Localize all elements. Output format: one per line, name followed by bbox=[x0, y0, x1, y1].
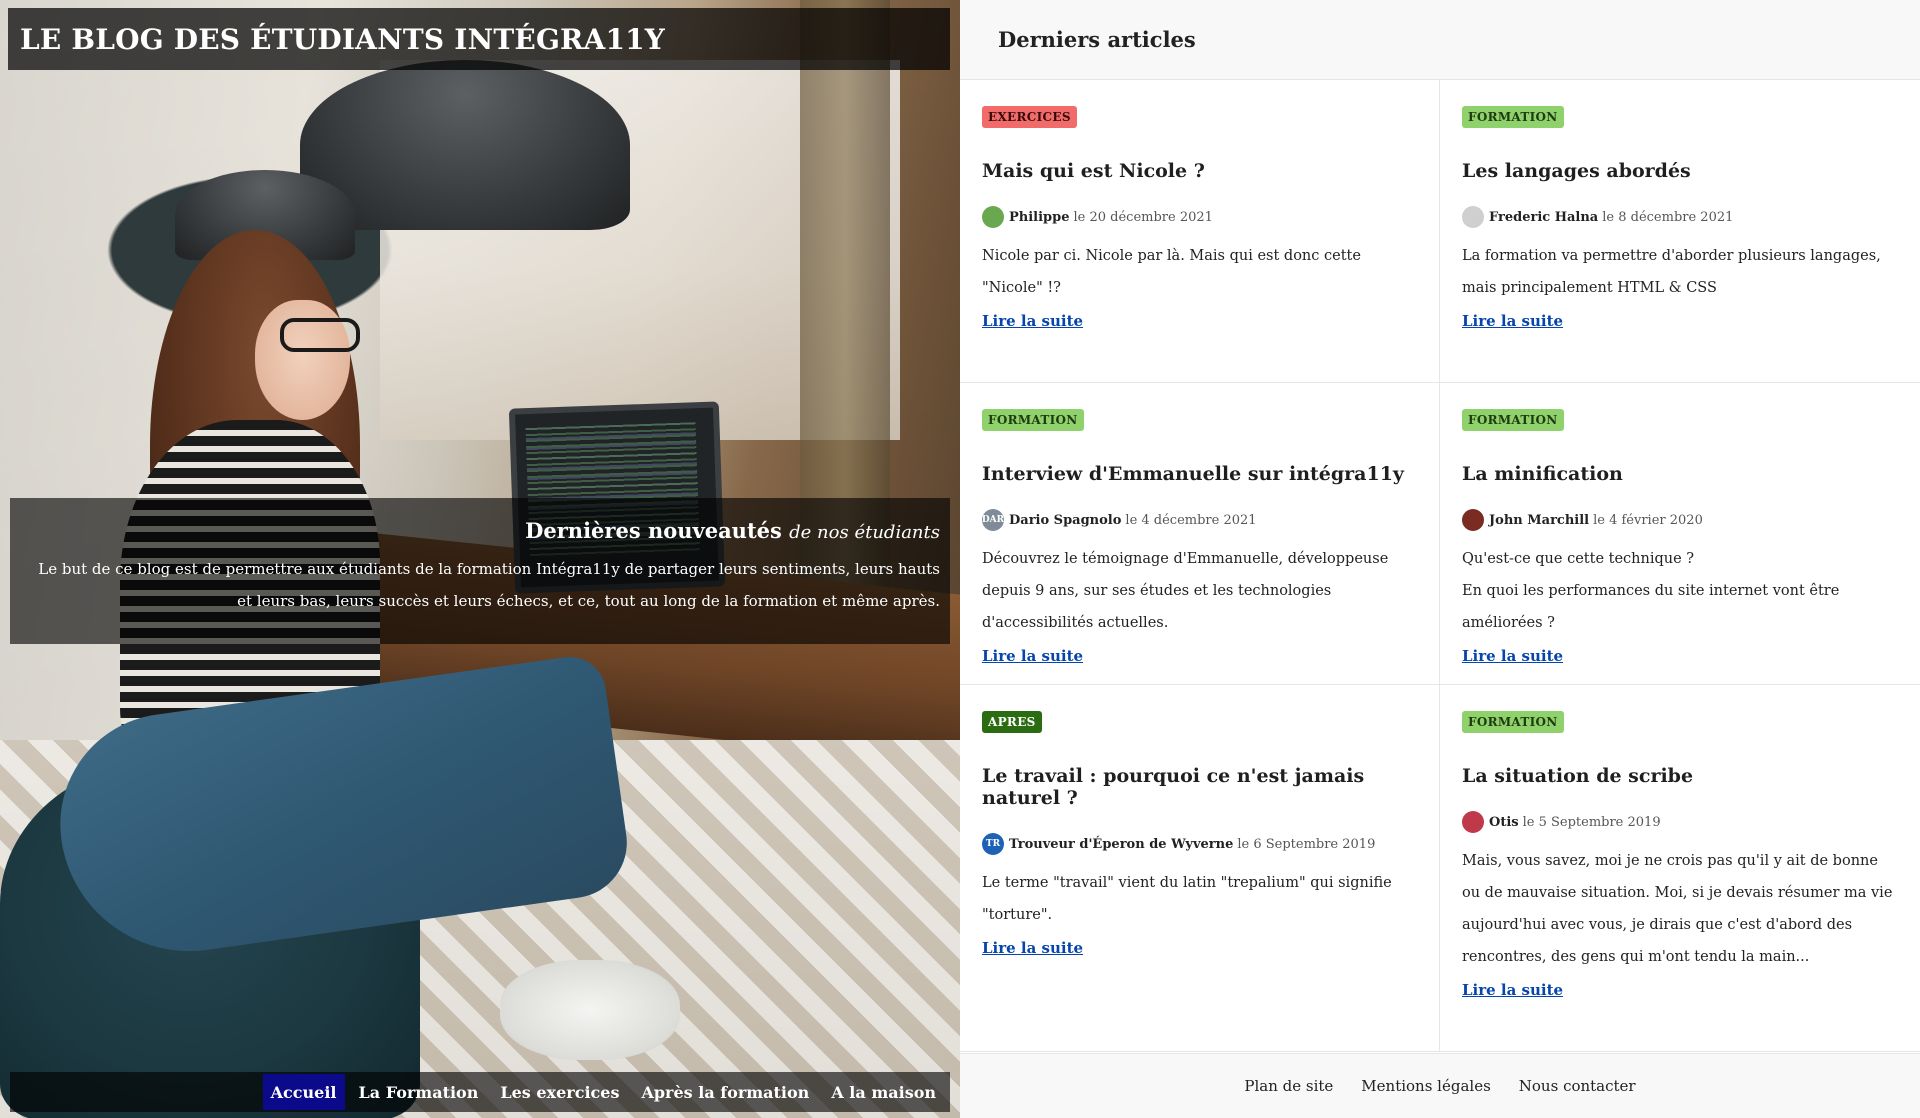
site-footer: Plan de site Mentions légales Nous conta… bbox=[960, 1053, 1920, 1118]
article-meta: TR Trouveur d'Éperon de Wyverne le 6 Septe… bbox=[982, 833, 1417, 855]
articles-panel: Derniers articles EXERCICES Mais qui est … bbox=[960, 0, 1920, 1118]
author-name: Dario Spagnolo bbox=[1009, 512, 1122, 528]
footer-link-plan-de-site[interactable]: Plan de site bbox=[1244, 1077, 1333, 1095]
article-date: le 4 février 2020 bbox=[1593, 512, 1703, 528]
author-name: Frederic Halna bbox=[1489, 209, 1599, 225]
nav-item-accueil[interactable]: Accueil bbox=[262, 1074, 345, 1110]
category-badge[interactable]: APRES bbox=[982, 711, 1042, 733]
read-more-link[interactable]: Lire la suite bbox=[982, 939, 1083, 957]
site-title-bar: LE BLOG DES ÉTUDIANTS INTÉGRA11Y bbox=[8, 8, 950, 70]
read-more-link[interactable]: Lire la suite bbox=[1462, 647, 1563, 665]
author-avatar bbox=[1462, 206, 1484, 228]
article-date: le 5 Septembre 2019 bbox=[1522, 814, 1661, 830]
articles-grid: EXERCICES Mais qui est Nicole ? Philippe le… bbox=[960, 80, 1920, 1052]
author-name: Otis bbox=[1489, 814, 1519, 830]
article-date: le 8 décembre 2021 bbox=[1602, 209, 1734, 225]
category-badge[interactable]: FORMATION bbox=[1462, 106, 1564, 128]
article-card: APRES Le travail : pourquoi ce n'est jama… bbox=[960, 685, 1440, 1052]
article-card: FORMATION Interview d'Emmanuelle sur inté… bbox=[960, 383, 1440, 685]
author-name: Philippe bbox=[1009, 209, 1070, 225]
article-meta: DAR Dario Spagnolo le 4 décembre 2021 bbox=[982, 509, 1417, 531]
article-card: EXERCICES Mais qui est Nicole ? Philippe le… bbox=[960, 80, 1440, 383]
article-title[interactable]: La situation de scribe bbox=[1462, 765, 1898, 787]
article-date: le 20 décembre 2021 bbox=[1073, 209, 1213, 225]
article-meta: John Marchill le 4 février 2020 bbox=[1462, 509, 1898, 531]
article-title[interactable]: Mais qui est Nicole ? bbox=[982, 160, 1417, 182]
author-avatar bbox=[1462, 811, 1484, 833]
article-date: le 4 décembre 2021 bbox=[1125, 512, 1257, 528]
category-badge[interactable]: FORMATION bbox=[1462, 711, 1564, 733]
read-more-link[interactable]: Lire la suite bbox=[982, 647, 1083, 665]
article-excerpt: Qu'est-ce que cette technique ? En quoi … bbox=[1462, 551, 1840, 631]
nav-item-les-exercices[interactable]: Les exercices bbox=[492, 1074, 627, 1110]
article-title[interactable]: Les langages abordés bbox=[1462, 160, 1898, 182]
article-excerpt: Le terme "travail" vient du latin "trepa… bbox=[982, 875, 1392, 923]
nav-item-apres-la-formation[interactable]: Après la formation bbox=[633, 1074, 817, 1110]
nav-item-la-formation[interactable]: La Formation bbox=[351, 1074, 487, 1110]
articles-heading: Derniers articles bbox=[998, 27, 1196, 52]
author-avatar: DAR bbox=[982, 509, 1004, 531]
article-card: FORMATION La situation de scribe Otis le 5 … bbox=[1440, 685, 1920, 1052]
article-date: le 6 Septembre 2019 bbox=[1237, 836, 1376, 852]
article-excerpt: Nicole par ci. Nicole par là. Mais qui e… bbox=[982, 248, 1361, 296]
article-card: FORMATION La minification John Marchill le … bbox=[1440, 383, 1920, 685]
read-more-link[interactable]: Lire la suite bbox=[1462, 312, 1563, 330]
site-title[interactable]: LE BLOG DES ÉTUDIANTS INTÉGRA11Y bbox=[20, 23, 665, 56]
category-badge[interactable]: EXERCICES bbox=[982, 106, 1077, 128]
article-title[interactable]: Interview d'Emmanuelle sur intégra11y bbox=[982, 463, 1417, 485]
category-badge[interactable]: FORMATION bbox=[982, 409, 1084, 431]
article-excerpt: Mais, vous savez, moi je ne crois pas qu… bbox=[1462, 853, 1893, 965]
author-avatar bbox=[1462, 509, 1484, 531]
sneakers bbox=[500, 960, 680, 1060]
article-excerpt: La formation va permettre d'aborder plus… bbox=[1462, 248, 1881, 296]
main-nav: Accueil La Formation Les exercices Après… bbox=[10, 1072, 950, 1112]
read-more-link[interactable]: Lire la suite bbox=[1462, 981, 1563, 999]
hero-image: LE BLOG DES ÉTUDIANTS INTÉGRA11Y Dernièr… bbox=[0, 0, 960, 1118]
author-avatar: TR bbox=[982, 833, 1004, 855]
article-meta: Frederic Halna le 8 décembre 2021 bbox=[1462, 206, 1898, 228]
article-meta: Otis le 5 Septembre 2019 bbox=[1462, 811, 1898, 833]
read-more-link[interactable]: Lire la suite bbox=[982, 312, 1083, 330]
hero-heading-sub: de nos étudiants bbox=[789, 522, 940, 543]
article-title[interactable]: La minification bbox=[1462, 463, 1898, 485]
article-title[interactable]: Le travail : pourquoi ce n'est jamais na… bbox=[982, 765, 1417, 809]
articles-header: Derniers articles bbox=[960, 0, 1920, 80]
article-card: FORMATION Les langages abordés Frederic Ha… bbox=[1440, 80, 1920, 383]
hero-heading: Dernières nouveautés de nos étudiants bbox=[24, 518, 940, 543]
hero-heading-main: Dernières nouveautés bbox=[525, 518, 782, 543]
glasses bbox=[280, 318, 360, 352]
footer-link-mentions-legales[interactable]: Mentions légales bbox=[1361, 1077, 1490, 1095]
author-name: Trouveur d'Éperon de Wyverne bbox=[1009, 836, 1234, 852]
hero-description: Le but de ce blog est de permettre aux é… bbox=[38, 560, 940, 610]
author-name: John Marchill bbox=[1489, 512, 1590, 528]
hero-intro-card: Dernières nouveautés de nos étudiants Le… bbox=[10, 498, 950, 644]
category-badge[interactable]: FORMATION bbox=[1462, 409, 1564, 431]
author-avatar bbox=[982, 206, 1004, 228]
article-meta: Philippe le 20 décembre 2021 bbox=[982, 206, 1417, 228]
footer-link-nous-contacter[interactable]: Nous contacter bbox=[1519, 1077, 1636, 1095]
article-excerpt: Découvrez le témoignage d'Emmanuelle, dé… bbox=[982, 551, 1389, 631]
nav-item-a-la-maison[interactable]: A la maison bbox=[823, 1074, 944, 1110]
